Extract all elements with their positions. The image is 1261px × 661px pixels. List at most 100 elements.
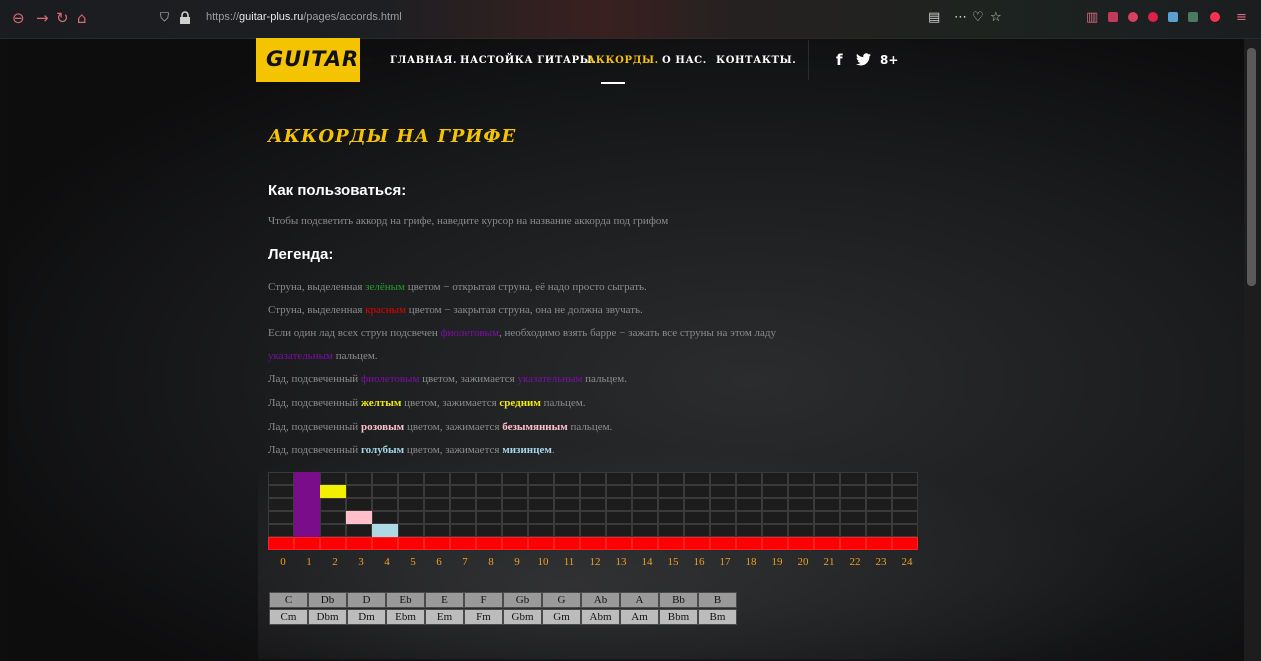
- fret-cell: [684, 498, 710, 511]
- fret-cell: [502, 511, 528, 524]
- fret-cell: [658, 472, 684, 485]
- fret-number: 13: [615, 556, 627, 568]
- fret-cell: [554, 472, 580, 485]
- chord-button[interactable]: C: [269, 592, 308, 608]
- extension-icon[interactable]: [1128, 12, 1138, 22]
- site-logo[interactable]: GUITAR+: [256, 38, 377, 82]
- chord-button[interactable]: B: [698, 592, 737, 608]
- fret-cell: [476, 472, 502, 485]
- chord-button[interactable]: Gb: [503, 592, 542, 608]
- chord-button[interactable]: Fm: [464, 609, 503, 625]
- fret-number: 23: [875, 556, 887, 568]
- fret-number: 24: [901, 556, 913, 568]
- address-bar[interactable]: https://guitar-plus.ru/pages/accords.htm…: [206, 11, 402, 23]
- chord-button[interactable]: Cm: [269, 609, 308, 625]
- chord-button[interactable]: F: [464, 592, 503, 608]
- chord-button[interactable]: Am: [620, 609, 659, 625]
- reload-icon[interactable]: ↻: [56, 9, 69, 27]
- fret-cell: [814, 524, 840, 537]
- page-actions-icon[interactable]: ⋯: [954, 10, 967, 25]
- home-icon[interactable]: ⌂: [77, 9, 87, 27]
- fret-cell: [450, 485, 476, 498]
- fret-number: 9: [514, 556, 520, 568]
- legend-heading: Легенда:: [268, 246, 334, 263]
- forward-icon[interactable]: →: [36, 9, 49, 27]
- fret-cell: [554, 498, 580, 511]
- facebook-icon[interactable]: f: [836, 51, 843, 69]
- nav-chords[interactable]: АККОРДЫ.: [587, 55, 659, 66]
- chord-button[interactable]: A: [620, 592, 659, 608]
- fret-cell: [450, 524, 476, 537]
- chord-button[interactable]: Abm: [581, 609, 620, 625]
- twitter-icon[interactable]: [856, 53, 871, 70]
- chord-button[interactable]: Db: [308, 592, 347, 608]
- pocket-icon[interactable]: ♡: [972, 10, 984, 25]
- chord-button[interactable]: D: [347, 592, 386, 608]
- nav-contacts[interactable]: КОНТАКТЫ.: [716, 55, 796, 66]
- chord-button[interactable]: Em: [425, 609, 464, 625]
- sidebar-icon[interactable]: [1108, 12, 1118, 22]
- menu-icon[interactable]: ≡: [1236, 10, 1247, 25]
- fret-number: 22: [849, 556, 861, 568]
- legend-line-muted: Струна, выделенная красным цветом − закр…: [268, 304, 643, 316]
- fret-cell: [736, 537, 762, 550]
- chord-button[interactable]: Ebm: [386, 609, 425, 625]
- fret-cell: [866, 537, 892, 550]
- fret-cell: [710, 511, 736, 524]
- extension-icon[interactable]: [1188, 12, 1198, 22]
- fret-cell: [762, 524, 788, 537]
- chord-button[interactable]: Bbm: [659, 609, 698, 625]
- fret-cell: [840, 498, 866, 511]
- fret-cell: [658, 498, 684, 511]
- page-title: АККОРДЫ НА ГРИФЕ: [268, 126, 517, 147]
- reader-view-icon[interactable]: ▤: [928, 10, 940, 25]
- scrollbar-thumb[interactable]: [1247, 48, 1256, 286]
- fret-cell: [840, 537, 866, 550]
- fret-cell: [268, 472, 294, 485]
- chord-button[interactable]: Eb: [386, 592, 425, 608]
- fret-cell: [580, 511, 606, 524]
- fret-number: 0: [280, 556, 286, 568]
- fret-cell: [892, 511, 918, 524]
- fret-cell: [424, 524, 450, 537]
- back-icon[interactable]: ⊖: [12, 9, 25, 27]
- chord-button[interactable]: Dm: [347, 609, 386, 625]
- fret-number: 12: [589, 556, 601, 568]
- chord-button[interactable]: Ab: [581, 592, 620, 608]
- library-icon[interactable]: ▥: [1086, 10, 1098, 25]
- extension-icon[interactable]: [1168, 12, 1178, 22]
- nav-guitar-setup[interactable]: НАСТОЙКА ГИТАРЫ.: [460, 55, 596, 66]
- extension-icon[interactable]: [1210, 12, 1220, 22]
- bookmark-star-icon[interactable]: ☆: [990, 10, 1002, 25]
- google-plus-icon[interactable]: 8+: [880, 53, 898, 67]
- shield-icon[interactable]: ⛉: [160, 10, 169, 25]
- chord-button[interactable]: E: [425, 592, 464, 608]
- fret-cell: [710, 524, 736, 537]
- chord-button[interactable]: Bb: [659, 592, 698, 608]
- chord-button[interactable]: G: [542, 592, 581, 608]
- fret-cell: [554, 524, 580, 537]
- fret-number: 19: [771, 556, 783, 568]
- legend-line-index: Лад, подсвеченный фиолетовым цветом, заж…: [268, 373, 628, 385]
- fret-cell: [502, 485, 528, 498]
- fret-cell: [294, 511, 320, 524]
- nav-home[interactable]: ГЛАВНАЯ.: [390, 55, 457, 66]
- lock-icon[interactable]: [178, 11, 192, 25]
- fret-cell: [866, 524, 892, 537]
- fret-cell: [710, 485, 736, 498]
- browser-toolbar: ⊖ → ↻ ⌂ ⛉ https://guitar-plus.ru/pages/a…: [0, 0, 1261, 39]
- extension-icon[interactable]: [1148, 12, 1158, 22]
- fret-cell: [632, 472, 658, 485]
- fret-cell: [346, 524, 372, 537]
- chord-button[interactable]: Dbm: [308, 609, 347, 625]
- chord-button[interactable]: Gm: [542, 609, 581, 625]
- fret-cell: [892, 472, 918, 485]
- chord-button[interactable]: Gbm: [503, 609, 542, 625]
- fret-cell: [476, 524, 502, 537]
- fret-cell: [788, 485, 814, 498]
- chord-button[interactable]: Bm: [698, 609, 737, 625]
- fret-cell: [372, 472, 398, 485]
- fret-cell: [580, 537, 606, 550]
- nav-about[interactable]: О НАС.: [662, 55, 707, 66]
- fret-cell: [866, 485, 892, 498]
